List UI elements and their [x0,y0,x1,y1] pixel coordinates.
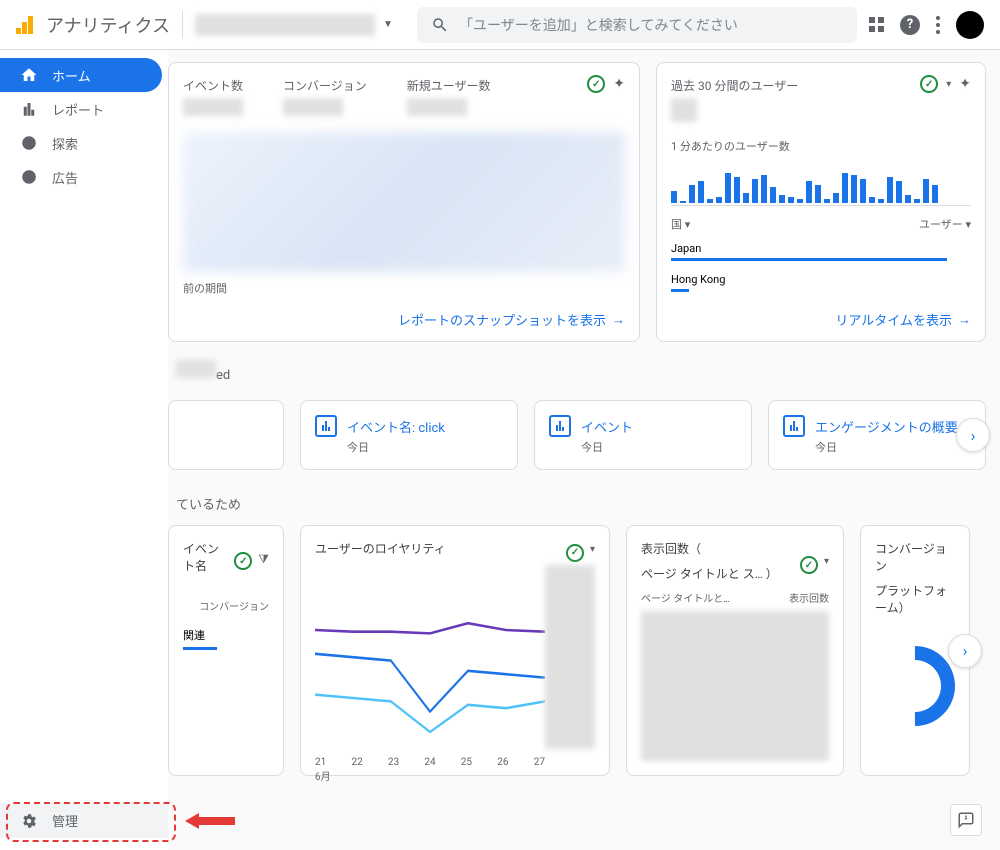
legend: 前の期間 [183,280,625,296]
section-title-redacted [176,360,216,378]
metric-label: イベント数 [183,77,243,94]
property-selector[interactable]: ▼ [195,14,405,36]
report-icon [549,415,571,437]
property-name-redacted [195,14,375,36]
analytics-logo-icon [16,16,34,34]
users-selector[interactable]: ユーザー ▾ [919,216,971,232]
realtime-bar-chart [671,162,971,206]
report-icon [783,415,805,437]
metric-label: コンバージョン [283,77,367,94]
metric-value-redacted [183,98,243,116]
conversions-panel: イベント名 ⧩ コンバージョン 関連 [168,525,284,776]
check-badge-icon[interactable] [920,75,938,93]
sparkle-icon[interactable]: ✦ [613,76,625,92]
chevron-down-icon: ▼ [383,19,393,30]
sidebar-item-home[interactable]: ホーム [0,58,162,92]
scroll-right-button[interactable]: › [956,418,990,452]
sidebar-item-ads[interactable]: 広告 [0,160,162,194]
search-input[interactable]: 「ユーザーを追加」と検索してみてください [417,7,857,43]
sidebar-item-label: 探索 [52,134,78,153]
check-badge-icon[interactable] [587,75,605,93]
chevron-down-icon: ▾ [965,218,971,231]
gear-icon [20,812,38,830]
country-row: Hong Kong [671,273,971,294]
sidebar-item-reports[interactable]: レポート [0,92,162,126]
chevron-down-icon[interactable]: ▾ [946,79,951,90]
recent-cards-row: イベント名: click 今日 イベント 今日 エンゲージメントの概要 今日 › [168,400,1000,470]
divider [182,11,183,39]
metric-label: 新規ユーザー数 [407,77,491,94]
views-table-redacted [641,611,829,761]
mini-card[interactable]: エンゲージメントの概要 今日 [768,400,986,470]
overview-chart [183,132,625,272]
snapshot-link[interactable]: レポートのスナップショットを表示→ [398,310,625,329]
mini-card[interactable] [168,400,284,470]
country-row: Japan [671,242,971,263]
chevron-down-icon[interactable]: ▾ [824,556,829,574]
feedback-icon [957,811,975,829]
check-badge-icon[interactable] [566,544,584,562]
chevron-down-icon[interactable]: ▾ [590,544,595,562]
sidebar-item-explore[interactable]: 探索 [0,126,162,160]
overview-card: ✦ イベント数 コンバージョン 新規ユーザー数 前の期間 レポートのスナップショ… [168,62,640,342]
report-icon [315,415,337,437]
more-icon[interactable] [936,16,940,34]
filter-icon[interactable]: ⧩ [258,552,269,570]
sparkle-icon[interactable]: ✦ [959,76,971,92]
help-icon[interactable]: ? [900,15,920,35]
sidebar-item-label: ホーム [52,66,91,85]
feedback-button[interactable] [950,804,982,836]
loyalty-values-redacted [545,565,595,749]
loyalty-line-chart: 21222324252627 6月 [315,579,545,749]
loyalty-panel: ユーザーのロイヤリティ ▾ 21222324252627 6月 [300,525,610,776]
search-placeholder: 「ユーザーを追加」と検索してみてください [459,15,738,35]
target-icon [20,134,38,152]
views-panel: 表示回数（ページ タイトルと ス… ） ▾ ページ タイトルと…表示回数 [626,525,844,776]
metric-value-redacted [407,98,467,116]
app-header: アナリティクス ▼ 「ユーザーを追加」と検索してみてください ? [0,0,1000,50]
sidebar-item-label: 管理 [52,811,78,830]
scroll-right-button[interactable]: › [948,634,982,668]
check-badge-icon[interactable] [234,552,252,570]
bar-chart-icon [20,100,38,118]
country-selector[interactable]: 国 ▾ [671,216,690,232]
realtime-card: ▾ ✦ 過去 30 分間のユーザー 1 分あたりのユーザー数 国 ▾ ユーザー … [656,62,986,342]
header-actions: ? [869,11,984,39]
app-title: アナリティクス [46,12,170,38]
sidebar-item-label: レポート [52,100,104,119]
mini-card[interactable]: イベント 今日 [534,400,752,470]
sidebar-item-admin[interactable]: 管理 [0,803,168,838]
realtime-link[interactable]: リアルタイムを表示→ [835,310,971,329]
apps-icon[interactable] [869,17,884,32]
home-icon [20,66,38,84]
arrow-right-icon: → [958,312,971,328]
section-title: ているため [176,494,1000,513]
metric-value-redacted [283,98,343,116]
per-min-label: 1 分あたりのユーザー数 [671,138,971,154]
sidebar: ホーム レポート 探索 広告 管理 [0,50,168,850]
check-badge-icon[interactable] [800,556,818,574]
mini-card[interactable]: イベント名: click 今日 [300,400,518,470]
search-icon [431,16,449,34]
avatar[interactable] [956,11,984,39]
arrow-right-icon: → [612,312,625,328]
sidebar-item-label: 広告 [52,168,78,187]
ads-icon [20,168,38,186]
realtime-count-redacted [671,98,697,122]
chevron-down-icon: ▾ [685,218,691,231]
